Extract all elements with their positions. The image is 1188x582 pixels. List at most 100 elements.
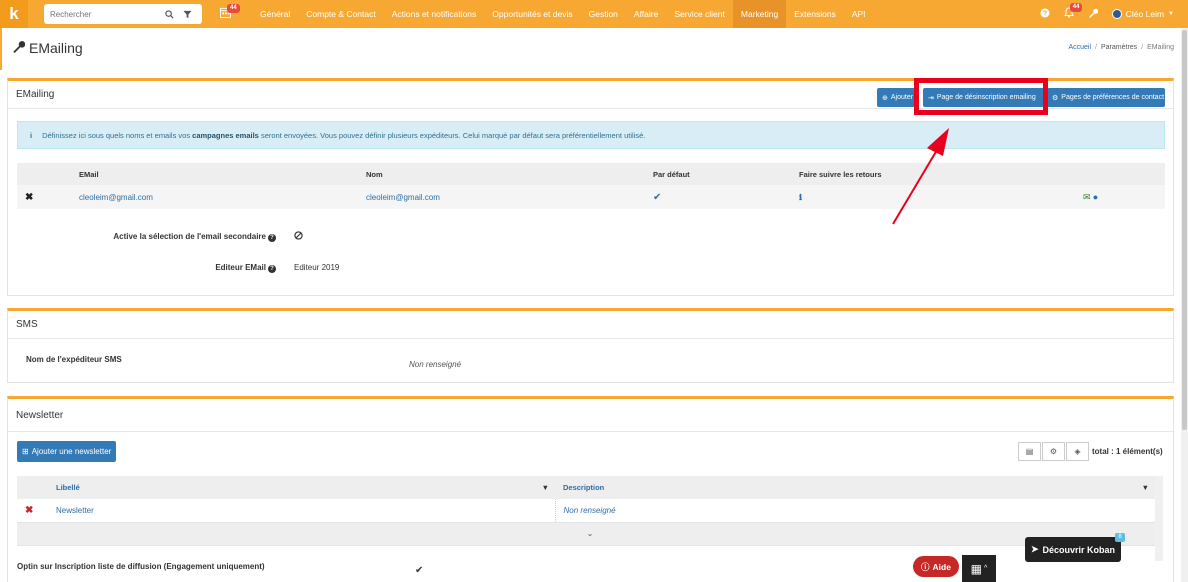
help-icon[interactable]: ? — [1040, 8, 1050, 21]
notification-badge: 44 — [1069, 3, 1083, 12]
nav-extensions[interactable]: Extensions — [786, 0, 844, 28]
total-count: total : 1 élément(s) — [1092, 447, 1163, 456]
plus-square-icon: ⊞ — [22, 447, 29, 456]
senders-table: EMail Nom Par défaut Faire suivre les re… — [17, 163, 1165, 209]
breadcrumb-separator: / — [1095, 44, 1097, 51]
nav-gestion[interactable]: Gestion — [581, 0, 626, 28]
delete-icon[interactable]: ✖ — [17, 499, 48, 523]
breadcrumb: Accueil / Paramètres / EMailing — [1068, 44, 1174, 51]
breadcrumb-separator: / — [1141, 44, 1144, 51]
rocket-icon: ➤ — [1030, 544, 1039, 554]
ban-icon[interactable] — [294, 231, 303, 242]
delete-icon[interactable]: ✖ — [17, 185, 71, 209]
sms-sender-value[interactable]: Non renseigné — [409, 360, 461, 369]
nav-api[interactable]: API — [844, 0, 874, 28]
cogs-icon: ⚙ — [1052, 94, 1059, 102]
sms-panel: SMS Nom de l'expéditeur SMS Non renseign… — [7, 308, 1174, 383]
page-title-text: EMailing — [29, 40, 83, 56]
info-icon: i — [30, 130, 33, 140]
expand-row[interactable]: ⌄ — [17, 522, 1155, 546]
newsletter-panel: Newsletter ⊞ Ajouter une newsletter ▤ ⚙ … — [7, 396, 1174, 582]
cogs-icon[interactable]: ⚙ — [1042, 442, 1065, 461]
optin-label: Optin sur Inscription liste de diffusion… — [17, 562, 265, 571]
avatar — [1111, 9, 1122, 19]
question-icon[interactable]: ? — [268, 265, 276, 273]
calendar-badge: 44 — [227, 4, 240, 13]
newsletter-panel-title: Newsletter — [8, 399, 1173, 432]
bomb-icon[interactable]: ● — [1093, 192, 1098, 202]
calendar-widget[interactable]: ▦ ^ — [962, 555, 996, 582]
table-row: ✖ cleoleim@gmail.com cleoleim@gmail.com … — [17, 185, 1165, 209]
bell-icon[interactable]: 44 — [1063, 3, 1083, 21]
contact-preferences-label: Pages de préférences de contact — [1061, 94, 1165, 101]
chevron-down-icon: ▼ — [1168, 11, 1174, 17]
page-scroll-thumb[interactable] — [1182, 30, 1187, 430]
nav-service-client[interactable]: Service client — [666, 0, 733, 28]
filter-icon[interactable]: ▼ — [542, 483, 549, 492]
cube-icon[interactable]: ◈ — [1066, 442, 1089, 461]
page-header: EMailing Accueil / Paramètres / EMailing — [0, 28, 1188, 70]
top-navbar: k 44 Général Compte & Contact Actions et… — [0, 0, 1188, 28]
user-name: Cléo Leim — [1125, 9, 1165, 19]
info-alert: i Définissez ici sous quels noms et emai… — [17, 121, 1165, 149]
sms-sender-label: Nom de l'expéditeur SMS — [26, 355, 122, 364]
export-excel-icon[interactable]: ▤ — [1018, 442, 1041, 461]
filter-icon[interactable]: ▼ — [1142, 483, 1149, 492]
check-icon: ✔ — [645, 185, 791, 209]
search-input[interactable] — [50, 9, 158, 19]
newsletter-libelle[interactable]: Newsletter — [48, 499, 555, 523]
add-newsletter-label: Ajouter une newsletter — [31, 447, 112, 456]
column-actions — [17, 476, 48, 499]
main-menu: Général Compte & Contact Actions et noti… — [252, 0, 874, 28]
highlight-box — [914, 78, 1048, 115]
sms-panel-title: SMS — [8, 311, 1173, 339]
logo[interactable]: k — [0, 0, 28, 28]
wrench-icon[interactable] — [1088, 8, 1098, 21]
info-text: Définissez ici sous quels noms et emails… — [42, 130, 646, 140]
calendar-icon: ▦ — [970, 561, 983, 576]
secondary-email-label: Active la sélection de l'email secondair… — [28, 232, 276, 242]
help-button[interactable]: ⓘ Aide — [913, 556, 959, 577]
wrench-icon — [12, 40, 26, 56]
breadcrumb-current: EMailing — [1147, 44, 1174, 51]
breadcrumb-parametres[interactable]: Paramètres — [1101, 44, 1137, 51]
nav-compte-contact[interactable]: Compte & Contact — [298, 0, 383, 28]
table-scrollbar[interactable] — [1155, 476, 1163, 561]
contact-preferences-button[interactable]: ⚙ Pages de préférences de contact — [1047, 88, 1165, 107]
discover-badge: 8 — [1115, 533, 1125, 542]
sender-nom[interactable]: cleoleim@gmail.com — [358, 185, 645, 209]
sender-email[interactable]: cleoleim@gmail.com — [71, 185, 358, 209]
nav-right: ? 44 Cléo Leim ▼ — [1040, 0, 1174, 28]
envelope-icon[interactable]: ✉ — [1083, 192, 1091, 202]
nav-actions[interactable]: Actions et notifications — [384, 0, 485, 28]
user-menu[interactable]: Cléo Leim ▼ — [1111, 9, 1174, 19]
calendar-icon[interactable]: 44 — [220, 4, 240, 21]
nav-affaire[interactable]: Affaire — [626, 0, 666, 28]
svg-text:?: ? — [1043, 10, 1047, 17]
add-sender-label: Ajouter — [890, 94, 914, 101]
newsletter-description[interactable]: Non renseigné — [554, 499, 1155, 523]
editor-email-label: Editeur EMail? — [28, 263, 276, 273]
filter-icon[interactable] — [180, 7, 194, 21]
add-sender-button[interactable]: ⊕ Ajouter — [877, 88, 917, 107]
nav-general[interactable]: Général — [252, 0, 298, 28]
add-newsletter-button[interactable]: ⊞ Ajouter une newsletter — [17, 441, 117, 462]
breadcrumb-accueil[interactable]: Accueil — [1068, 44, 1091, 51]
column-row-actions — [1075, 163, 1165, 185]
question-circle-icon: ⓘ — [921, 561, 930, 572]
nav-opportunites[interactable]: Opportunités et devis — [484, 0, 580, 28]
page-title: EMailing — [12, 40, 83, 56]
search-icon[interactable] — [162, 7, 176, 21]
double-chevron-down-icon[interactable]: ⌄ — [17, 522, 1155, 546]
question-icon[interactable]: ? — [268, 234, 276, 242]
discover-koban-button[interactable]: ➤ Découvrir Koban — [1025, 537, 1121, 562]
column-description[interactable]: Description ▼ — [555, 476, 1155, 499]
check-icon: ✔ — [415, 565, 424, 576]
column-nom: Nom — [358, 163, 645, 185]
column-par-defaut: Par défaut — [645, 163, 791, 185]
plus-circle-icon: ⊕ — [882, 94, 888, 102]
editor-email-value[interactable]: Editeur 2019 — [294, 263, 339, 272]
nav-marketing[interactable]: Marketing — [732, 0, 787, 28]
column-libelle[interactable]: Libellé ▼ — [48, 476, 555, 499]
table-row: ✖ Newsletter Non renseigné — [17, 499, 1155, 523]
